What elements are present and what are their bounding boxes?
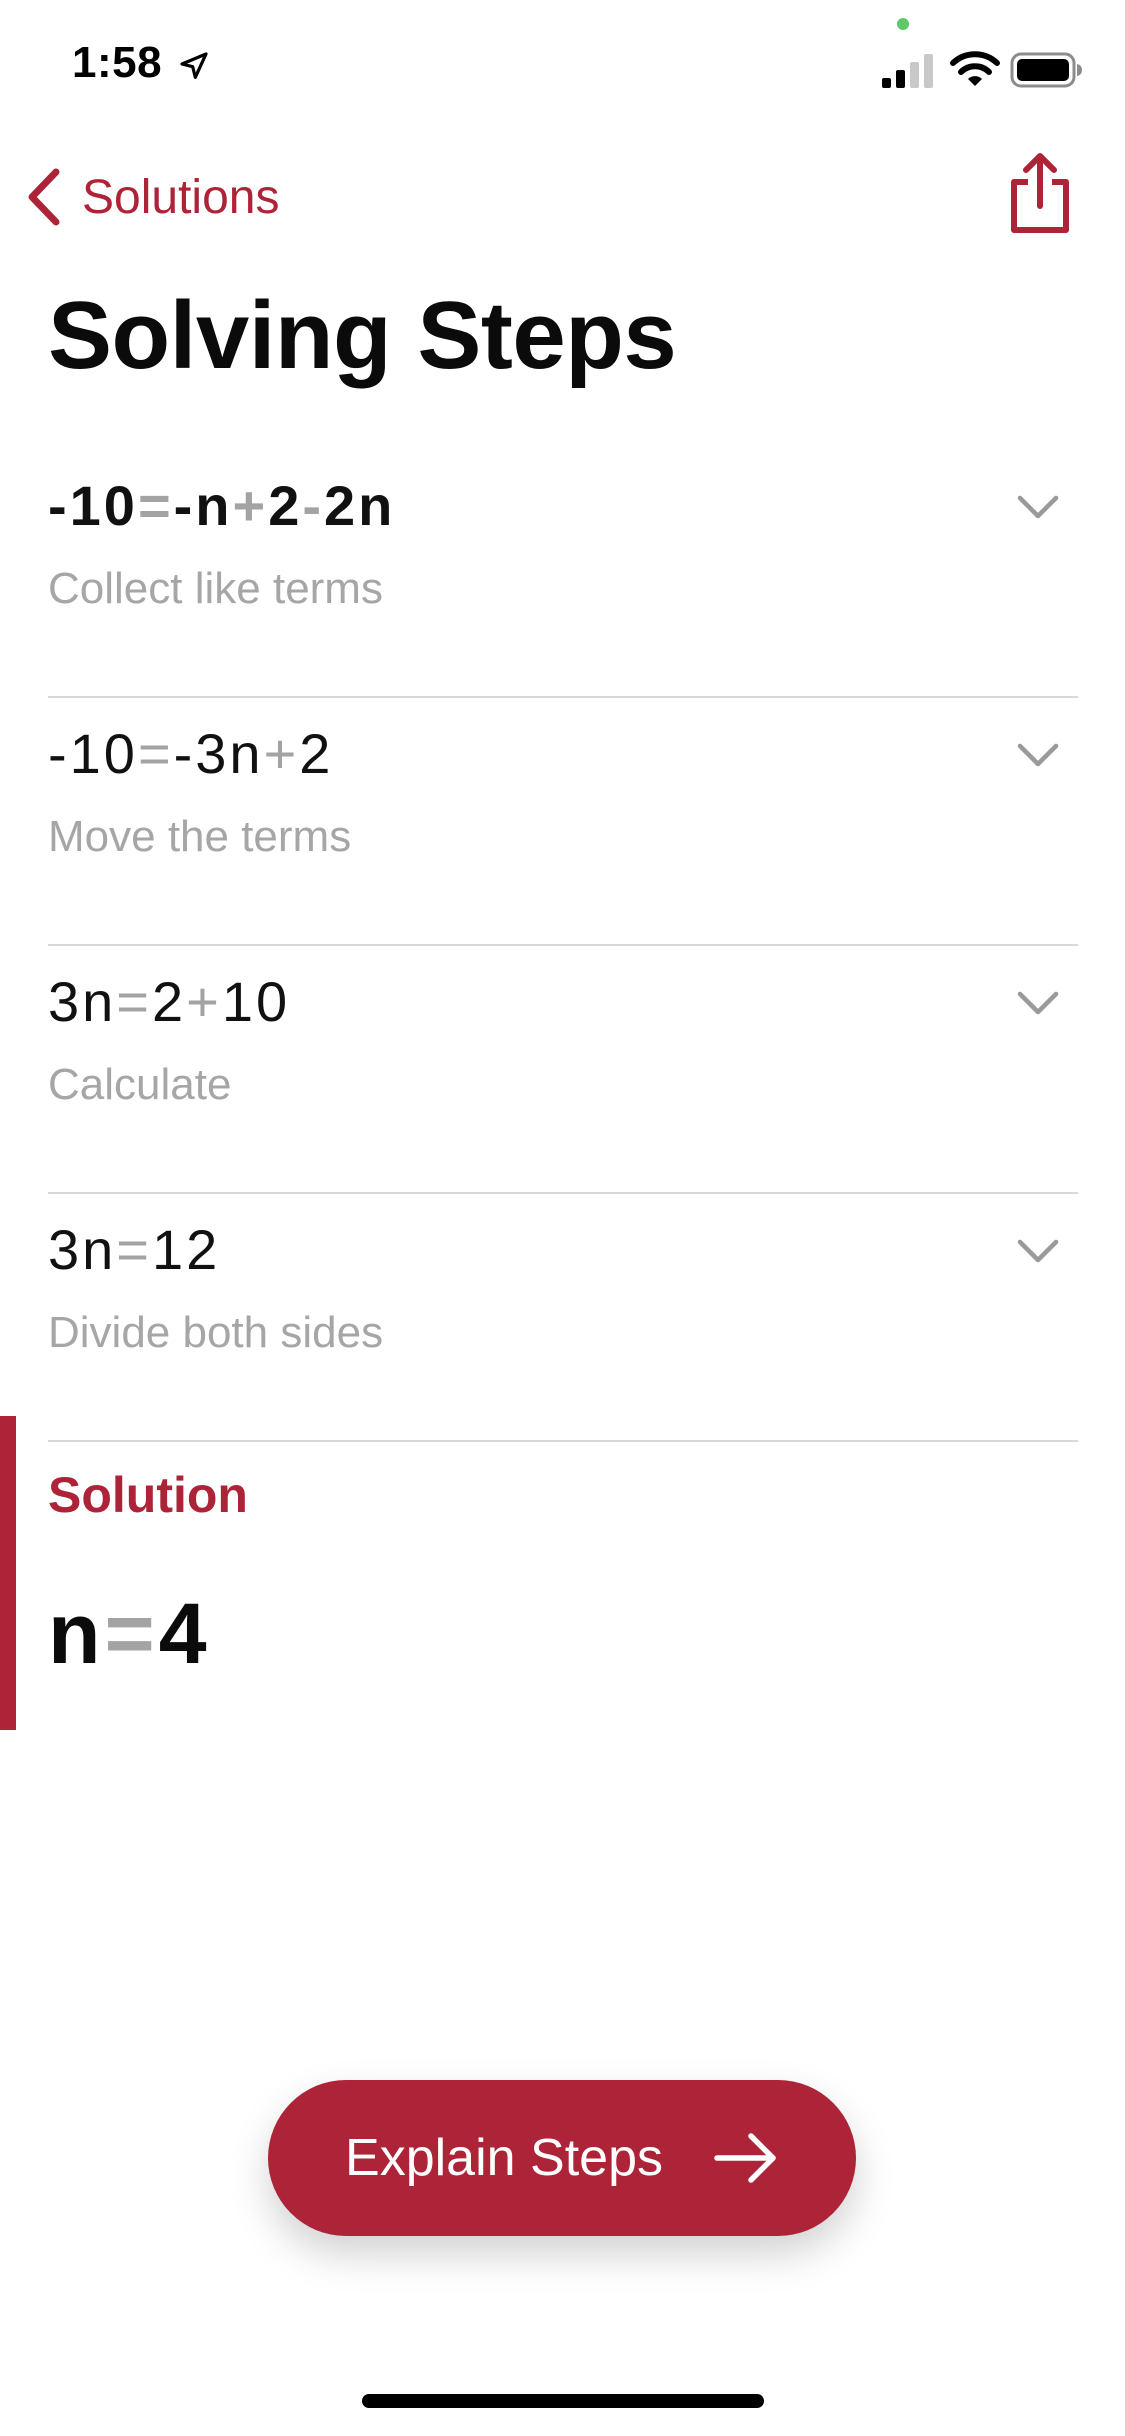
step-equation: -10=-3n+2 [48,716,333,792]
equation-term: 2n [324,474,396,537]
solution-label: Solution [48,1467,248,1523]
equation-operator: = [137,474,174,537]
equation-term: 2 [299,722,334,785]
equation-term: -n [173,474,233,537]
step-row[interactable]: 3n=2+10 Calculate [48,946,1078,1194]
equation-term: 2 [152,970,187,1033]
equation-term: 4 [158,1586,211,1682]
wifi-icon [950,51,1000,86]
back-button[interactable]: Solutions [24,162,279,232]
explain-steps-button[interactable]: Explain Steps [268,2080,856,2236]
chevron-left-icon [28,168,60,226]
step-row[interactable]: -10=-3n+2 Move the terms [48,698,1078,946]
equation-term: -3n [173,722,264,785]
equation-term: n [48,1586,105,1682]
status-time: 1:58 [72,38,163,87]
solution-accent-bar [0,1416,16,1730]
chevron-down-icon[interactable] [1016,494,1060,522]
home-indicator[interactable] [362,2394,764,2408]
solution-equation: n=4 [48,1584,211,1684]
equation-operator: = [116,970,152,1033]
equation-operator: = [137,722,174,785]
chevron-down-icon[interactable] [1016,1238,1060,1266]
screen: 1:58 Solutions Solving Steps -10=-n+2-2n… [0,0,1125,2436]
arrow-right-icon [714,2133,776,2183]
step-row[interactable]: -10=-n+2-2n Collect like terms [48,450,1078,698]
equation-term: -10 [48,722,138,785]
step-description: Collect like terms [48,564,383,613]
equation-operator: + [263,722,300,785]
step-row[interactable]: 3n=12 Divide both sides [48,1194,1078,1442]
equation-term: 3n [48,1218,117,1281]
equation-operator: = [104,1586,159,1682]
equation-term: -10 [48,474,138,537]
equation-term: 3n [48,970,117,1033]
status-bar: 1:58 [0,0,1125,132]
equation-term: 2 [268,474,303,537]
share-icon[interactable] [1006,152,1074,236]
privacy-indicator-dot [897,18,909,30]
step-equation: 3n=12 [48,1212,220,1288]
step-equation: 3n=2+10 [48,964,290,1040]
step-description: Calculate [48,1060,232,1109]
chevron-down-icon[interactable] [1016,990,1060,1018]
explain-steps-label: Explain Steps [345,2129,663,2187]
steps-list: -10=-n+2-2n Collect like terms -10=-3n+2… [48,450,1078,1442]
equation-operator: - [302,474,325,537]
cellular-signal-icon [882,54,933,88]
equation-operator: + [186,970,222,1033]
battery-icon [1010,52,1082,88]
back-button-label: Solutions [82,170,280,224]
equation-term: 10 [221,970,291,1033]
page-title: Solving Steps [48,282,677,389]
step-equation: -10=-n+2-2n [48,468,395,544]
location-arrow-icon [180,52,208,79]
step-description: Move the terms [48,812,352,861]
equation-term: 12 [152,1218,221,1281]
chevron-down-icon[interactable] [1016,742,1060,770]
equation-operator: + [232,474,269,537]
equation-operator: = [116,1218,152,1281]
step-description: Divide both sides [48,1308,384,1357]
